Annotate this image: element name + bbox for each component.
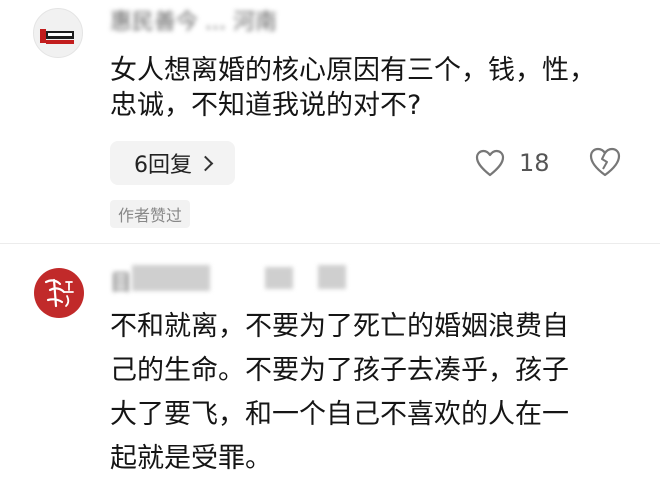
broken-heart-icon xyxy=(589,147,621,177)
avatar[interactable] xyxy=(33,8,83,58)
divider xyxy=(0,243,660,244)
avatar[interactable] xyxy=(34,268,84,318)
dislike-button[interactable] xyxy=(588,146,624,180)
replies-count: 6回复 xyxy=(134,153,192,178)
like-button[interactable]: 18 xyxy=(475,145,550,181)
author-liked-badge: 作者赞过 xyxy=(110,200,191,228)
replies-button[interactable]: 6回复 xyxy=(110,141,235,185)
comment-item: 目 不和就离，不要为了死亡的婚姻浪费自 己的生命。不要为了孩子去凑乎，孩子 大了… xyxy=(0,250,660,485)
comment-text: 女人想离婚的核心原因有三个，钱，性， 忠诚，不知道我说的对不? xyxy=(110,55,596,121)
calligraphy-avatar-graphic xyxy=(44,278,74,308)
redacted-name xyxy=(265,267,293,289)
redacted-name xyxy=(132,265,210,291)
redacted-name xyxy=(318,265,346,289)
heart-outline-icon xyxy=(475,149,505,177)
comment-item: 惠民善今 ... 河南 女人想离婚的核心原因有三个，钱，性， 忠诚，不知道我说的… xyxy=(0,0,660,244)
author-name[interactable]: 惠民善今 ... 河南 xyxy=(110,4,277,36)
chevron-right-icon xyxy=(197,155,214,172)
comment-text: 不和就离，不要为了死亡的婚姻浪费自 己的生命。不要为了孩子去凑乎，孩子 大了要飞… xyxy=(110,311,569,474)
like-count: 18 xyxy=(519,149,550,177)
logo-avatar-graphic xyxy=(40,29,74,44)
author-name[interactable]: 目 xyxy=(110,265,132,297)
